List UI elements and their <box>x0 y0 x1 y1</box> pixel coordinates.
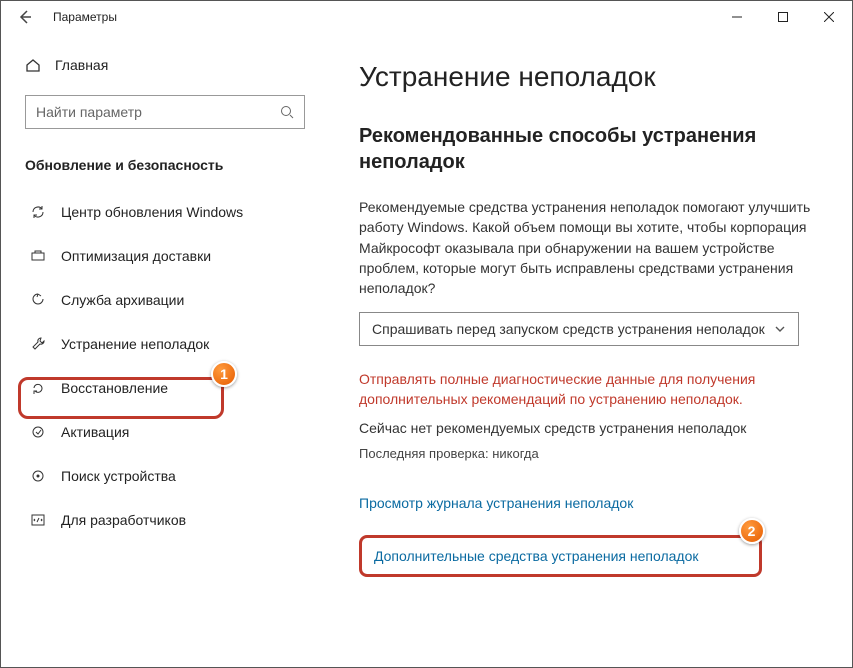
nav-label: Оптимизация доставки <box>61 248 211 264</box>
nav-label: Служба архивации <box>61 292 184 308</box>
nav-label: Для разработчиков <box>61 512 186 528</box>
no-recommendations-text: Сейчас нет рекомендуемых средств устране… <box>359 420 822 436</box>
minimize-button[interactable] <box>714 1 760 33</box>
nav-troubleshoot[interactable]: Устранение неполадок <box>25 323 321 365</box>
nav-for-developers[interactable]: Для разработчиков <box>25 499 321 541</box>
nav-label: Активация <box>61 424 129 440</box>
section-description: Рекомендуемые средства устранения непола… <box>359 197 819 298</box>
nav-label: Восстановление <box>61 380 168 396</box>
archive-icon <box>29 292 47 308</box>
sidebar: Главная Найти параметр Обновление и безо… <box>1 33 321 667</box>
nav-backup[interactable]: Служба архивации <box>25 279 321 321</box>
arrow-left-icon <box>17 9 33 25</box>
nav-activation[interactable]: Активация <box>25 411 321 453</box>
last-check-text: Последняя проверка: никогда <box>359 446 822 461</box>
nav-label: Устранение неполадок <box>61 336 209 352</box>
window-title: Параметры <box>53 10 117 24</box>
nav-label: Центр обновления Windows <box>61 204 243 220</box>
nav-recovery[interactable]: Восстановление <box>25 367 321 409</box>
section-title: Рекомендованные способы устранения непол… <box>359 123 822 175</box>
nav-delivery-optimization[interactable]: Оптимизация доставки <box>25 235 321 277</box>
main-content: Устранение неполадок Рекомендованные спо… <box>321 33 852 667</box>
maximize-icon <box>778 12 788 22</box>
additional-troubleshooters-highlight: Дополнительные средства устранения непол… <box>359 535 762 577</box>
annotation-marker-2: 2 <box>739 518 765 544</box>
chevron-down-icon <box>774 323 786 335</box>
back-button[interactable] <box>9 1 41 33</box>
sync-icon <box>29 204 47 220</box>
nav-find-device[interactable]: Поиск устройства <box>25 455 321 497</box>
dropdown-value: Спрашивать перед запуском средств устран… <box>372 321 765 337</box>
locate-icon <box>29 468 47 484</box>
troubleshoot-mode-dropdown[interactable]: Спрашивать перед запуском средств устран… <box>359 312 799 346</box>
delivery-icon <box>29 248 47 264</box>
search-placeholder: Найти параметр <box>36 104 142 120</box>
search-input[interactable]: Найти параметр <box>25 95 305 129</box>
view-history-link[interactable]: Просмотр журнала устранения неполадок <box>359 495 822 511</box>
annotation-marker-1: 1 <box>211 361 237 387</box>
recovery-icon <box>29 380 47 396</box>
close-icon <box>824 12 834 22</box>
code-icon <box>29 512 47 528</box>
search-icon <box>280 105 294 119</box>
minimize-icon <box>732 12 742 22</box>
page-title: Устранение неполадок <box>359 61 822 93</box>
wrench-icon <box>29 336 47 352</box>
category-title: Обновление и безопасность <box>25 157 321 173</box>
home-link[interactable]: Главная <box>25 45 321 85</box>
close-button[interactable] <box>806 1 852 33</box>
maximize-button[interactable] <box>760 1 806 33</box>
home-label: Главная <box>55 57 108 73</box>
additional-troubleshooters-link[interactable]: Дополнительные средства устранения непол… <box>374 548 699 564</box>
nav-label: Поиск устройства <box>61 468 176 484</box>
nav-windows-update[interactable]: Центр обновления Windows <box>25 191 321 233</box>
titlebar: Параметры <box>1 1 852 33</box>
home-icon <box>25 57 41 73</box>
key-icon <box>29 424 47 440</box>
diagnostic-warning: Отправлять полные диагностические данные… <box>359 370 819 409</box>
